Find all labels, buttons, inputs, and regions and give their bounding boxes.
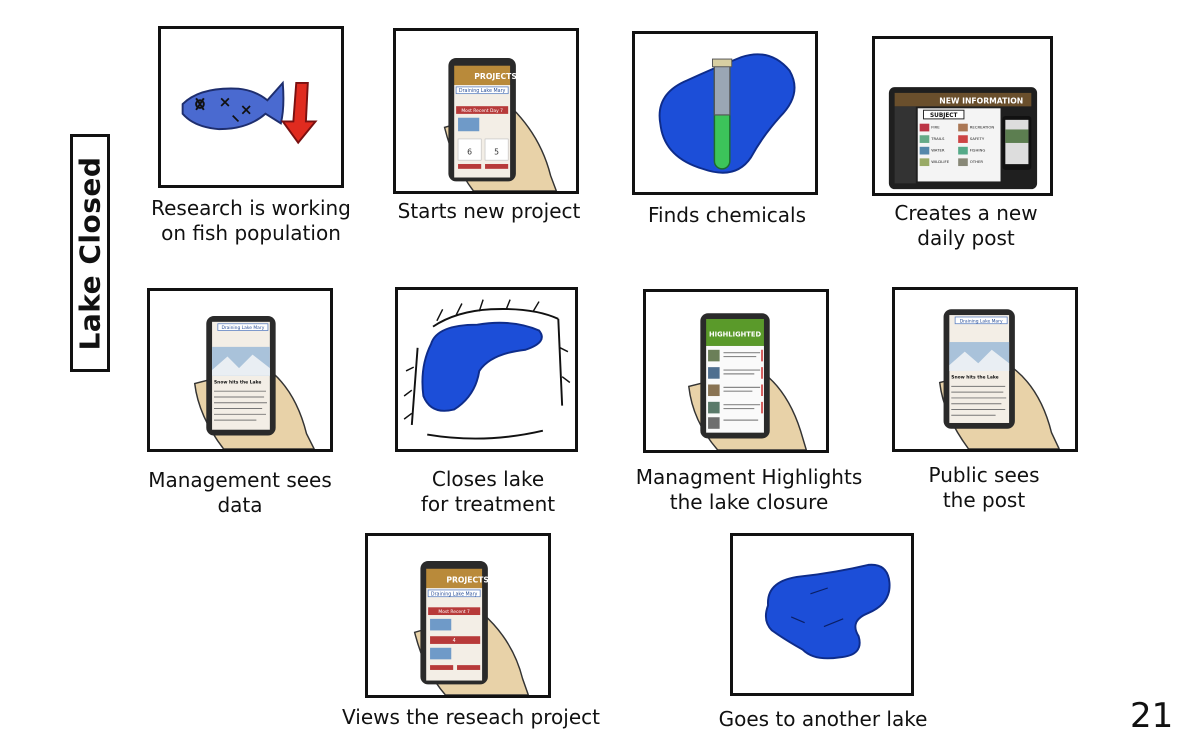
side-title-box: Lake Closed [70,134,110,372]
hand-phone-post: Draining Lake Mary Snow hits the Lake [193,316,315,449]
screen-item-2: SAFETY [970,136,985,141]
phone-header-text: PROJECTS [474,72,517,81]
phone-subtitle-5: Draining Lake Mary [221,325,264,331]
caption-research: Research is working on fish population [151,196,351,245]
screen-item-3: FISHING [970,148,986,153]
page-number: 21 [1130,696,1174,736]
caption-starts-project: Starts new project [397,199,581,223]
phone-header-7: HIGHLIGHTED [709,330,761,338]
fish-arrow-illustration [181,80,318,145]
hand-phone-post-public: Draining Lake Mary Snow hits the Lake [938,309,1060,449]
caption-finds-chemicals: Finds chemicals [648,203,806,227]
screen-left-4: WILDLIFE [931,159,950,164]
screen-left-3: WATER [931,148,945,153]
phone-subtitle-9: Draining Lake Mary [431,591,478,597]
panel-highlights: HIGHLIGHTED [643,289,829,453]
caption-highlights: Managment Highlights the lake closure [635,465,863,514]
phone-count-1: 6 [467,147,472,156]
caption-management-sees: Management sees data [148,468,332,517]
panel-research-fish [158,26,344,188]
caption-public-sees: Public sees the post [928,463,1040,512]
screen-left-2: TRAILS [930,136,945,141]
phone-subtitle-8: Draining Lake Mary [960,318,1003,324]
lake-testtube-illustration [658,53,796,174]
panel-management-sees: Draining Lake Mary Snow hits the Lake [147,288,333,452]
lake-only-illustration [764,563,891,660]
panel-views-project: PROJECTS Draining Lake Mary Most Recent … [365,533,551,698]
phone-count-2: 5 [494,147,499,156]
panel-public-sees: Draining Lake Mary Snow hits the Lake [892,287,1078,452]
panel-starts-project: PROJECTS Draining Lake Mary Most Recent … [393,28,579,194]
screen-subject: SUBJECT [930,113,958,119]
lake-fenced-illustration [403,299,571,440]
tablet-new-information: NEW INFORMATION SUBJECT FIRE TRAILS WATE… [888,87,1038,190]
caption-closes-lake: Closes lake for treatment [420,467,556,516]
panel-closes-lake [395,287,578,452]
post-title-5: Snow hits the Lake [214,379,261,385]
screen-item-4: OTHER [970,159,984,164]
phone-count-9: 4 [453,638,456,644]
caption-views-project: Views the reseach project [342,705,600,729]
screen-left-1: FIRE [931,125,940,130]
panel-another-lake [730,533,914,696]
screen-item-1: RECREATION [970,125,995,130]
panel-finds-chemicals [632,31,818,195]
phone-header-9: PROJECTS [446,575,489,584]
post-title-8: Snow hits the Lake [951,375,998,381]
side-title: Lake Closed [73,156,107,350]
screen-title: NEW INFORMATION [939,96,1023,105]
hand-phone-projects: PROJECTS Draining Lake Mary Most Recent … [443,57,558,191]
phone-subtitle: Draining Lake Mary [459,88,506,94]
panel-daily-post: NEW INFORMATION SUBJECT FIRE TRAILS WATE… [872,36,1053,196]
phone-section-9: Most Recent 7 [438,609,470,615]
phone-section: Most Recent Day 7 [461,108,503,114]
hand-phone-highlighted: HIGHLIGHTED [688,313,808,450]
caption-another-lake: Goes to another lake [718,707,928,731]
caption-daily-post: Creates a new daily post [894,201,1038,250]
hand-phone-projects-2: PROJECTS Draining Lake Mary Most Recent … [413,561,530,695]
